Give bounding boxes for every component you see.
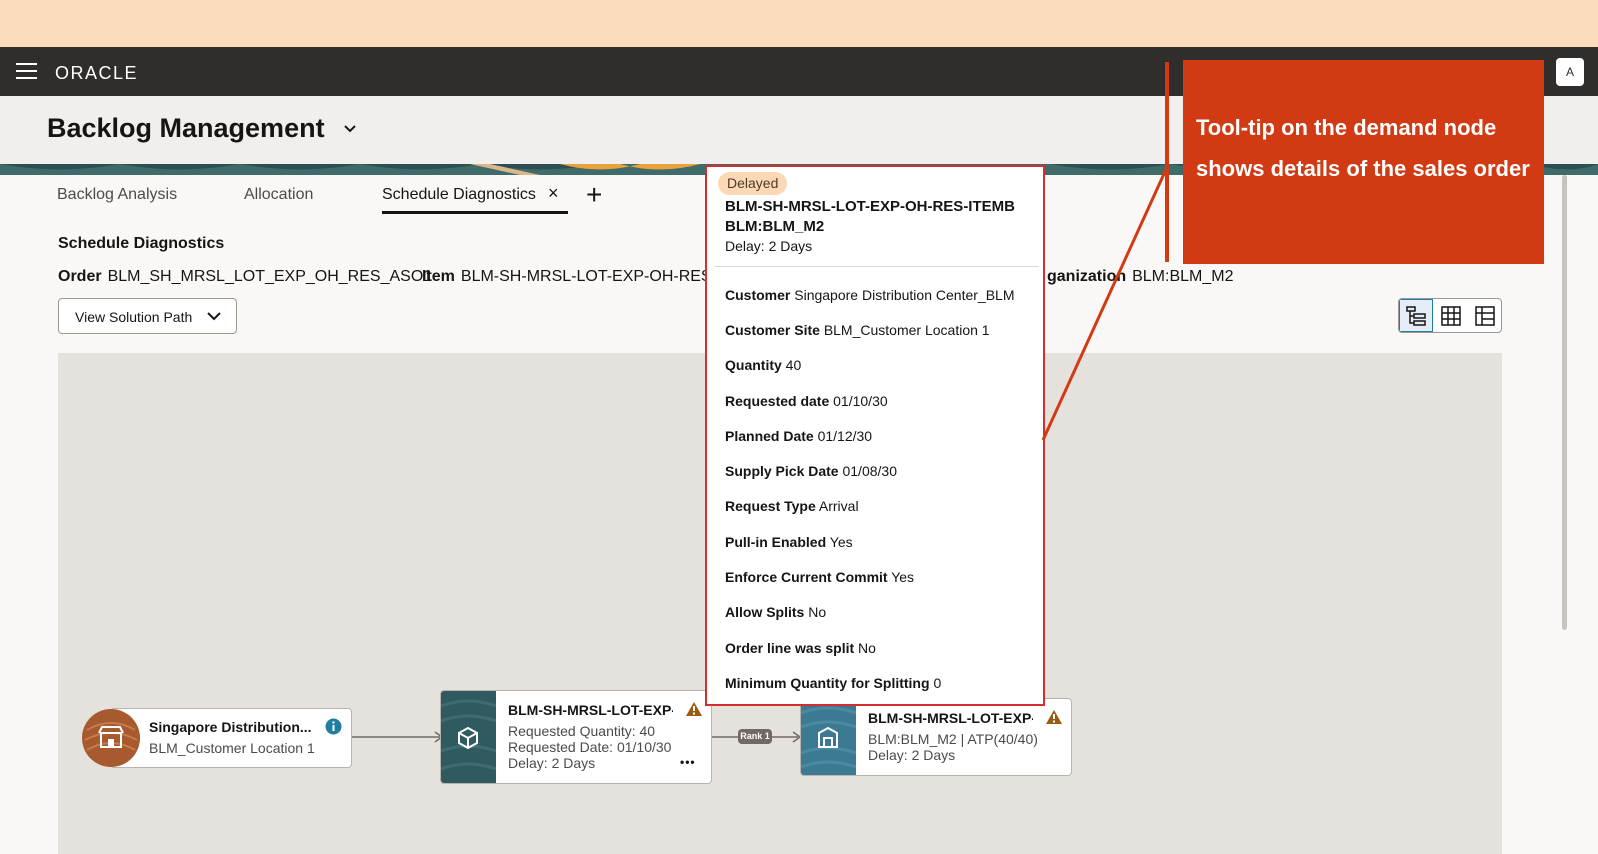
tooltip-row-min-split-quantity: Minimum Quantity for Splitting 0 [725, 675, 942, 691]
customer-node-location: BLM_Customer Location 1 [149, 740, 315, 756]
organization-value: BLM:BLM_M2 [1132, 268, 1234, 285]
annotation-callout: Tool-tip on the demand node shows detail… [1183, 60, 1544, 264]
view-solution-path-label: View Solution Path [75, 309, 193, 325]
customer-store-icon [82, 709, 140, 767]
tooltip-row-customer-site: Customer Site BLM_Customer Location 1 [725, 322, 990, 338]
tooltip-title: BLM-SH-MRSL-LOT-EXP-OH-RES-ITEMB BLM:BLM… [725, 198, 1015, 235]
tooltip-row-quantity: Quantity 40 [725, 357, 802, 373]
demand-node-delay: Delay: 2 Days [508, 755, 596, 771]
customer-node-title: Singapore Distribution... [149, 719, 312, 735]
warning-icon [686, 702, 702, 716]
order-label: Order [58, 268, 102, 285]
info-icon[interactable] [325, 718, 342, 735]
supply-node-tile [801, 699, 856, 775]
item-summary: Item BLM-SH-MRSL-LOT-EXP-OH-RES [422, 268, 712, 286]
vertical-scrollbar[interactable] [1562, 175, 1567, 630]
hamburger-menu-icon[interactable] [16, 63, 37, 79]
demand-node-title: BLM-SH-MRSL-LOT-EXP- [508, 702, 673, 718]
chevron-down-icon[interactable] [344, 125, 356, 133]
close-tab-icon[interactable]: × [548, 183, 559, 204]
view-toggle-group [1398, 298, 1502, 333]
section-title: Schedule Diagnostics [58, 235, 225, 252]
organization-summary: ganization BLM:BLM_M2 [1047, 268, 1233, 286]
tooltip-row-enforce-current-commit: Enforce Current Commit Yes [725, 569, 915, 585]
tab-allocation[interactable]: Allocation [244, 186, 313, 204]
warning-icon [1046, 710, 1062, 724]
rank-badge: Rank 1 [738, 729, 772, 744]
item-value: BLM-SH-MRSL-LOT-EXP-OH-RES [460, 268, 712, 285]
tooltip-row-pull-in-enabled: Pull-in Enabled Yes [725, 534, 853, 550]
grid-view-icon[interactable] [1434, 299, 1468, 332]
supply-node[interactable]: BLM-SH-MRSL-LOT-EXP- BLM:BLM_M2 | ATP(40… [800, 698, 1072, 776]
demand-node-tooltip: Delayed BLM-SH-MRSL-LOT-EXP-OH-RES-ITEMB… [705, 165, 1045, 706]
customer-node[interactable]: Singapore Distribution... BLM_Customer L… [110, 708, 352, 768]
tab-backlog-analysis[interactable]: Backlog Analysis [57, 186, 177, 204]
item-label: Item [422, 268, 455, 285]
active-tab-indicator [382, 211, 568, 214]
tooltip-row-planned-date: Planned Date 01/12/30 [725, 428, 873, 444]
demand-node-tile [441, 691, 496, 783]
supply-node-delay: Delay: 2 Days [868, 747, 956, 763]
package-icon [441, 691, 496, 783]
supply-node-org-atp: BLM:BLM_M2 | ATP(40/40) [868, 731, 1038, 747]
order-value: BLM_SH_MRSL_LOT_EXP_OH_RES_ASO1 [107, 268, 433, 285]
page-title[interactable]: Backlog Management [47, 113, 325, 144]
supply-node-title: BLM-SH-MRSL-LOT-EXP- [868, 710, 1033, 726]
tooltip-row-request-type: Request Type Arrival [725, 498, 859, 514]
chevron-down-icon [207, 312, 221, 321]
organization-label: ganization [1047, 268, 1127, 285]
tooltip-row-supply-pick-date: Supply Pick Date 01/08/30 [725, 463, 897, 479]
warehouse-icon [801, 699, 856, 775]
tree-view-icon[interactable] [1399, 299, 1433, 332]
table-view-icon[interactable] [1468, 299, 1501, 332]
callout-bar [1165, 62, 1169, 262]
tooltip-divider [715, 266, 1039, 267]
tooltip-delay: Delay: 2 Days [725, 238, 813, 254]
demand-node-date: Requested Date: 01/10/30 [508, 739, 672, 755]
more-actions-icon[interactable]: ••• [680, 755, 696, 769]
tooltip-row-order-line-split: Order line was split No [725, 640, 876, 656]
tooltip-row-customer: Customer Singapore Distribution Center_B… [725, 287, 1015, 303]
order-summary: Order BLM_SH_MRSL_LOT_EXP_OH_RES_ASO1 [58, 268, 432, 286]
add-tab-icon[interactable]: + [586, 179, 602, 211]
demand-node[interactable]: BLM-SH-MRSL-LOT-EXP- Requested Quantity:… [440, 690, 712, 784]
oracle-logo: ORACLE [55, 63, 139, 83]
status-badge: Delayed [718, 172, 788, 195]
user-avatar[interactable]: A [1556, 58, 1584, 86]
view-solution-path-button[interactable]: View Solution Path [58, 298, 237, 334]
callout-text: Tool-tip on the demand node shows detail… [1196, 115, 1530, 181]
demand-node-quantity: Requested Quantity: 40 [508, 723, 656, 739]
tooltip-row-requested-date: Requested date 01/10/30 [725, 393, 888, 409]
tooltip-row-allow-splits: Allow Splits No [725, 604, 827, 620]
tab-schedule-diagnostics[interactable]: Schedule Diagnostics [382, 186, 536, 204]
top-banner [0, 0, 1598, 47]
